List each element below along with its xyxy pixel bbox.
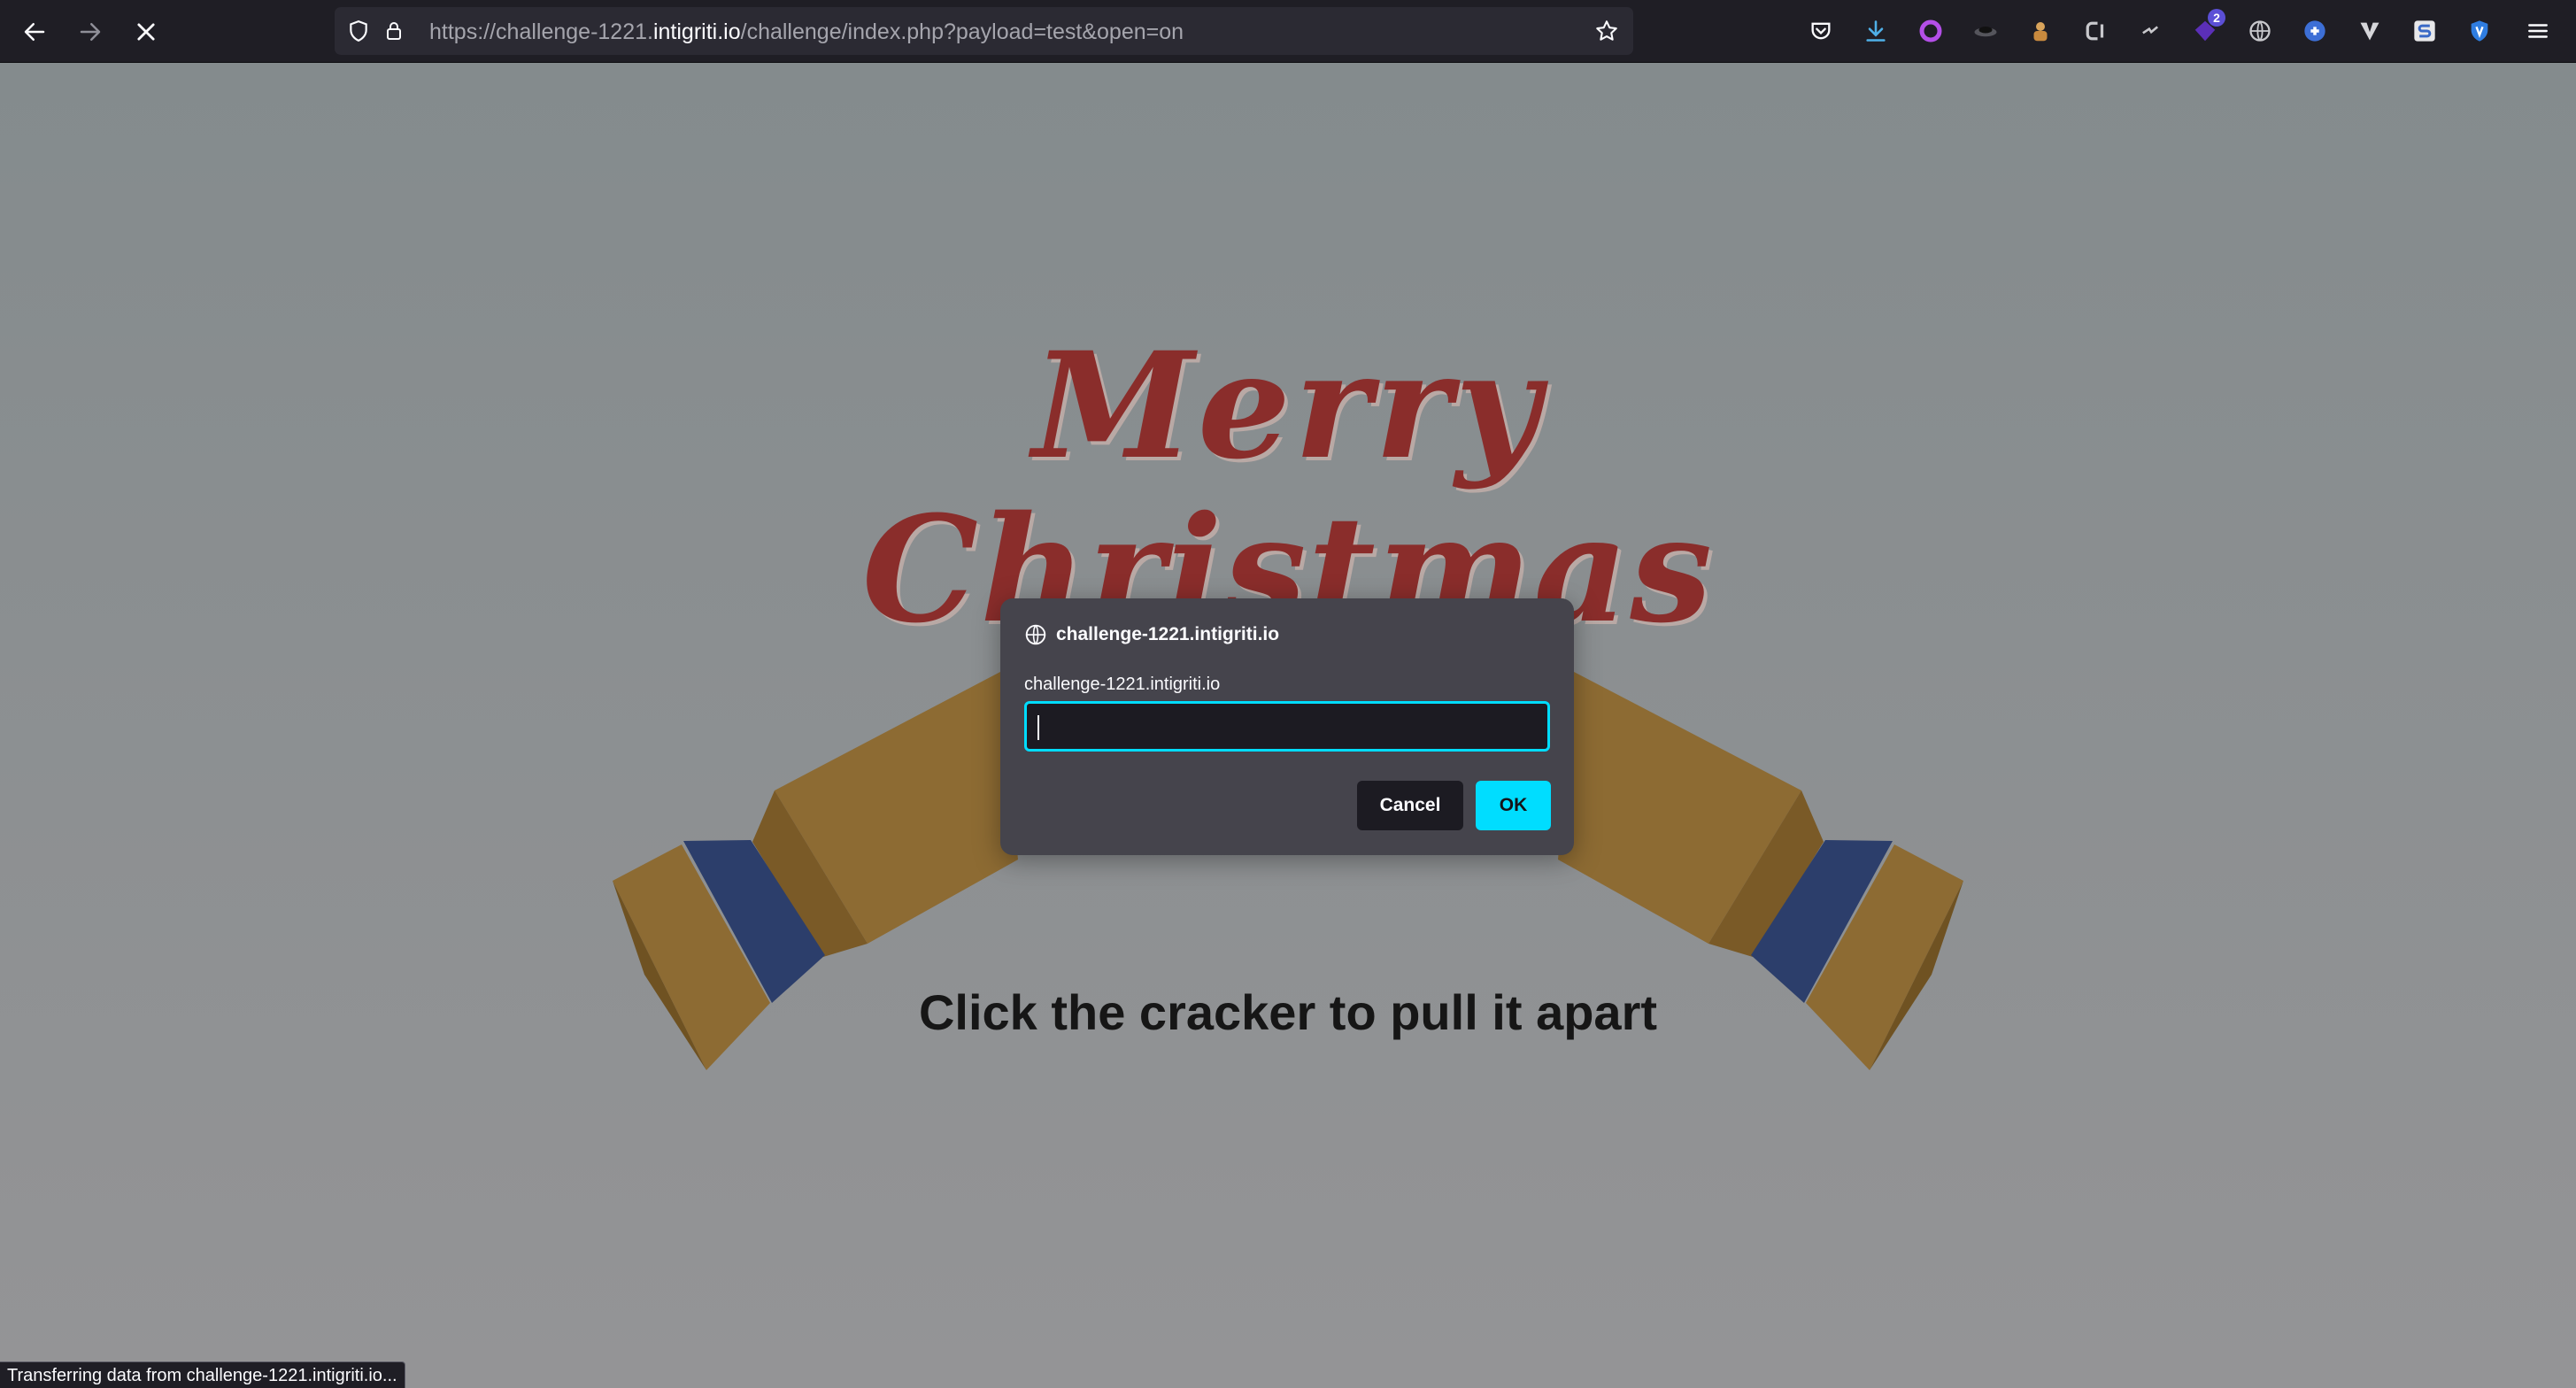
pocket-button[interactable] <box>1804 14 1838 48</box>
extension-s-icon <box>2414 20 2435 42</box>
pocket-icon <box>1811 22 1831 40</box>
dialog-header: challenge-1221.intigriti.io <box>1024 621 1279 648</box>
site-info-button[interactable] <box>381 18 407 44</box>
extension-v-button[interactable] <box>2353 14 2387 48</box>
extension-c-icon <box>2086 21 2104 41</box>
url-path: /challenge/index.php?payload=test&open=o… <box>740 19 1184 44</box>
extension-puzzle-button[interactable] <box>2298 14 2332 48</box>
instruction-caption: Click the cracker to pull it apart <box>918 984 1658 1040</box>
prompt-input[interactable] <box>1024 701 1550 752</box>
text-caret <box>1037 714 1039 740</box>
menu-icon <box>2528 24 2548 38</box>
bookmark-star-icon <box>1596 20 1617 41</box>
globe-icon <box>1025 624 1046 645</box>
ok-button[interactable]: OK <box>1476 781 1551 830</box>
back-button[interactable] <box>15 12 54 51</box>
stop-loading-icon <box>137 23 155 41</box>
extension-puzzle-icon <box>2304 20 2325 42</box>
url-host-prefix: challenge-1221. <box>496 19 653 44</box>
lock-icon <box>387 22 401 40</box>
extension-circle-icon <box>1919 19 1942 42</box>
stop-button[interactable] <box>127 12 166 51</box>
status-bar: Transferring data from challenge-1221.in… <box>0 1361 405 1388</box>
extension-shield-button[interactable] <box>2463 14 2496 48</box>
url-text[interactable]: https://challenge-1221.intigriti.io/chal… <box>429 19 1184 45</box>
extension-shield-icon <box>2471 20 2488 42</box>
extension-c-button[interactable] <box>2079 14 2112 48</box>
back-arrow-icon <box>24 23 45 41</box>
bookmark-button[interactable] <box>1593 18 1620 44</box>
extension-circle-button[interactable] <box>1914 14 1947 48</box>
shield-icon <box>350 20 367 42</box>
extension-v-icon <box>2360 22 2379 41</box>
extension-arrow-icon <box>2142 26 2158 35</box>
download-icon <box>1866 20 1886 42</box>
downloads-button[interactable] <box>1859 14 1893 48</box>
extension-mask-button[interactable] <box>1969 14 2002 48</box>
extension-cookie-button[interactable] <box>2024 14 2057 48</box>
browser-toolbar: https://challenge-1221.intigriti.io/chal… <box>0 0 2576 63</box>
extension-arrow-button[interactable] <box>2133 14 2167 48</box>
extension-badge-button[interactable]: 2 <box>2188 9 2225 48</box>
extension-cookie-icon <box>2033 22 2048 42</box>
url-host-domain: intigriti.io <box>652 19 741 44</box>
dialog-message: challenge-1221.intigriti.io <box>1024 675 1221 694</box>
url-bar[interactable]: https://challenge-1221.intigriti.io/chal… <box>335 7 1633 55</box>
tracking-protection-button[interactable] <box>345 18 372 44</box>
url-scheme: https:// <box>429 19 497 44</box>
forward-arrow-icon <box>80 23 101 41</box>
extension-s-button[interactable] <box>2408 14 2441 48</box>
dialog-origin: challenge-1221.intigriti.io <box>1056 624 1280 644</box>
app-menu-button[interactable] <box>2521 14 2555 48</box>
extension-globe-button[interactable] <box>2243 14 2277 48</box>
extension-mask-icon <box>1974 27 1997 37</box>
prompt-dialog: challenge-1221.intigriti.io challenge-12… <box>1000 598 1574 855</box>
extension-badge-count: 2 <box>2208 9 2225 27</box>
forward-button[interactable] <box>71 12 110 51</box>
cancel-button[interactable]: Cancel <box>1357 781 1463 830</box>
extension-globe-icon <box>2249 20 2271 42</box>
